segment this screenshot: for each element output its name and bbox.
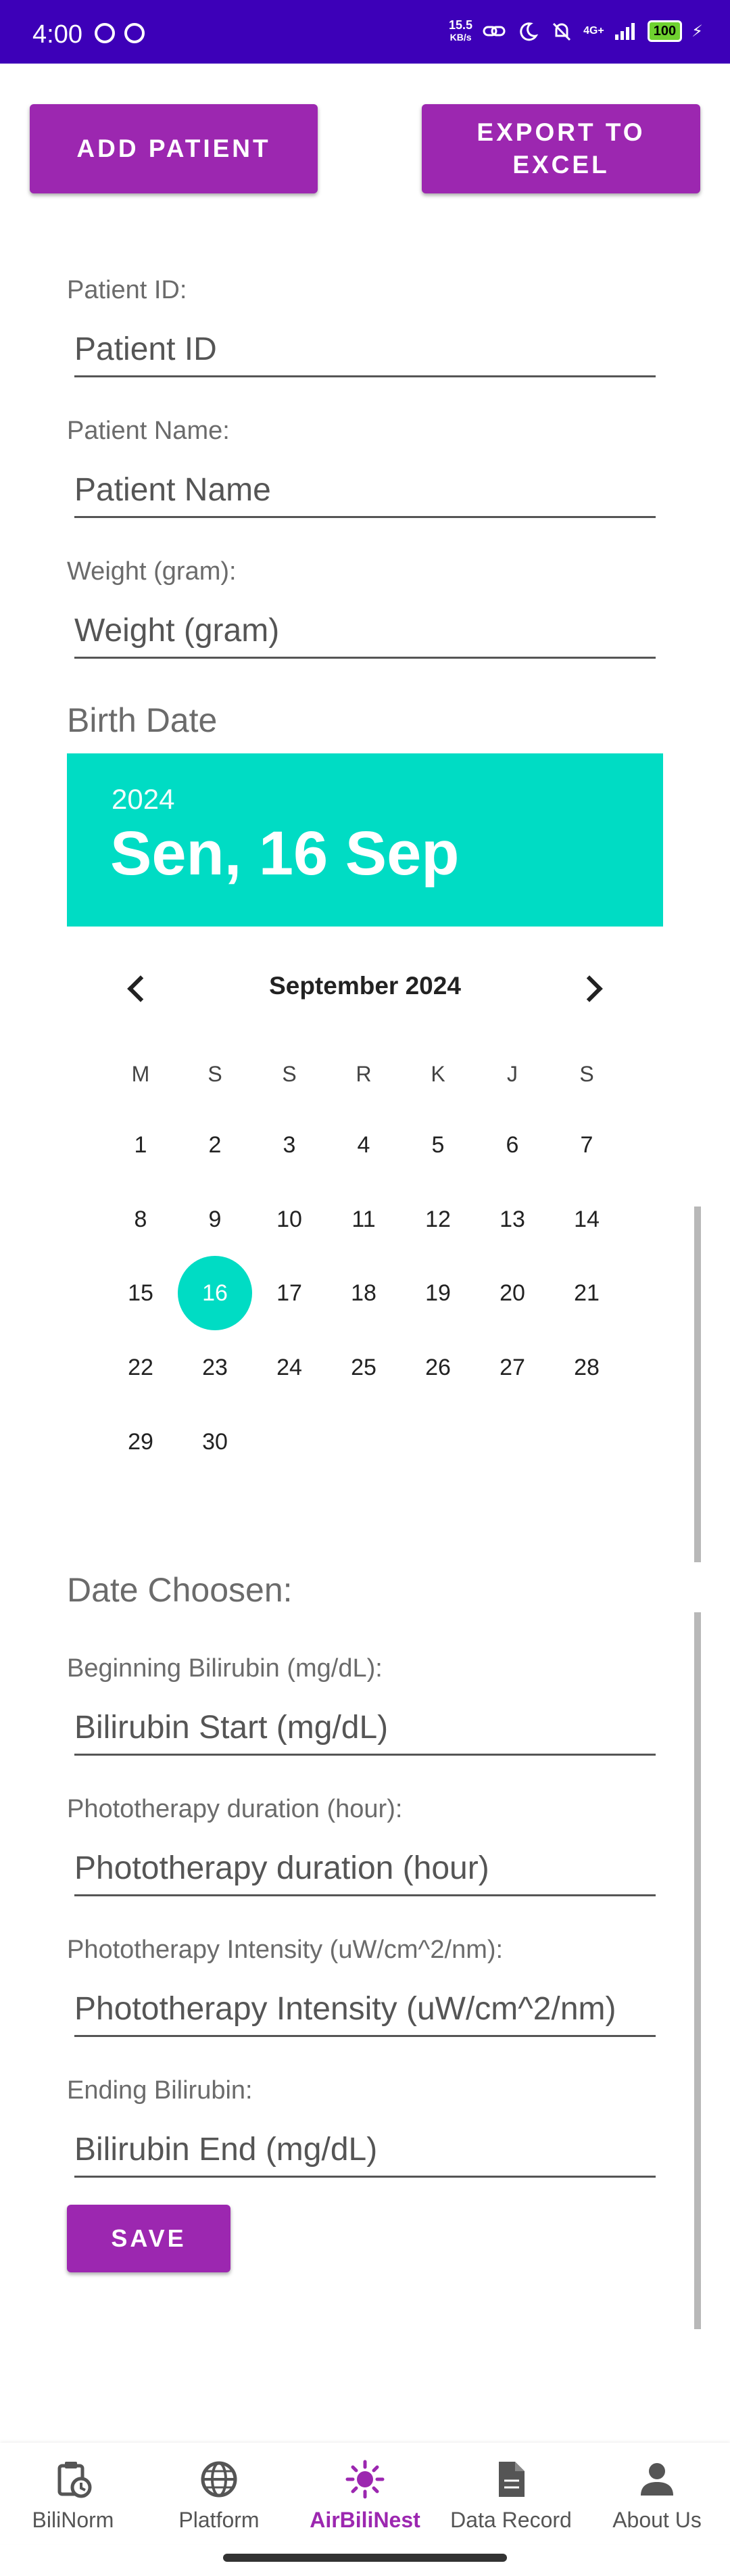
phototherapy-intensity-input[interactable] — [74, 1983, 656, 2037]
calendar-day[interactable]: 9 — [178, 1182, 252, 1257]
network-speed: 15.5 KB/s — [449, 19, 472, 43]
calendar-day[interactable]: 7 — [550, 1108, 624, 1182]
calendar-day[interactable]: 3 — [252, 1108, 326, 1182]
sun-icon — [345, 2460, 385, 2499]
weekday-label: S — [579, 1062, 594, 1086]
calendar-day[interactable]: 14 — [550, 1182, 624, 1257]
calendar-day[interactable]: 24 — [252, 1330, 326, 1405]
weekday-label: J — [507, 1062, 518, 1086]
calendar-day[interactable]: 29 — [103, 1405, 178, 1479]
weight-label: Weight (gram): — [67, 557, 237, 586]
calendar-day[interactable]: 19 — [401, 1256, 475, 1330]
status-right: 15.5 KB/s 4G+ 100 ⚡ — [449, 19, 703, 43]
calendar-day[interactable]: 22 — [103, 1330, 178, 1405]
nav-item-platform[interactable]: Platform — [146, 2443, 292, 2544]
calendar-day[interactable]: 1 — [103, 1108, 178, 1182]
globe-icon — [201, 2461, 237, 2498]
bilirubin-end-input[interactable] — [74, 2124, 656, 2178]
calendar-day[interactable]: 11 — [326, 1182, 401, 1257]
bilirubin-start-label: Beginning Bilirubin (mg/dL): — [67, 1654, 383, 1683]
weekday-label: R — [356, 1062, 372, 1086]
calendar-day[interactable]: 30 — [178, 1405, 252, 1479]
phototherapy-intensity-label: Phototherapy Intensity (uW/cm^2/nm): — [67, 1936, 504, 1964]
calendar-day[interactable]: 26 — [401, 1330, 475, 1405]
signal-icon — [614, 23, 635, 40]
weight-input[interactable] — [74, 605, 656, 659]
nav-item-data-record[interactable]: Data Record — [438, 2443, 584, 2544]
datepicker-selected-date: Sen, 16 Sep — [110, 819, 460, 888]
calendar-day[interactable]: 4 — [326, 1108, 401, 1182]
app-notification-icon — [124, 23, 145, 43]
weekday-label: K — [431, 1062, 445, 1086]
calendar-day[interactable]: 28 — [550, 1330, 624, 1405]
clipboard-clock-icon — [57, 2462, 92, 2498]
link-icon — [483, 26, 506, 37]
nav-label: BiliNorm — [32, 2508, 114, 2532]
moon-icon — [520, 22, 539, 41]
bilirubin-start-input[interactable] — [74, 1702, 656, 1756]
nav-label: About Us — [612, 2508, 702, 2532]
weekday-label: S — [282, 1062, 297, 1086]
battery-indicator: 100 — [647, 20, 683, 42]
whatsapp-icon — [95, 23, 115, 43]
speed-value: 15.5 — [449, 18, 473, 32]
document-icon — [499, 2462, 525, 2497]
selected-day[interactable]: 16 — [178, 1256, 252, 1330]
calendar-day[interactable]: 12 — [401, 1182, 475, 1257]
status-bar: 4:00 15.5 KB/s 4G+ 100 ⚡ — [0, 0, 730, 64]
calendar-day[interactable]: 6 — [475, 1108, 550, 1182]
nav-item-bilinorm[interactable]: BiliNorm — [0, 2443, 146, 2544]
calendar-day[interactable]: 2 — [178, 1108, 252, 1182]
calendar-day[interactable]: 21 — [550, 1256, 624, 1330]
bilirubin-end-label: Ending Bilirubin: — [67, 2076, 253, 2105]
calendar-day[interactable]: 8 — [103, 1182, 178, 1257]
nav-label: Platform — [178, 2508, 260, 2532]
nav-item-airbilinest[interactable]: AirBiliNest — [292, 2443, 438, 2544]
chevron-right-icon — [576, 975, 603, 1002]
status-time: 4:00 — [32, 20, 82, 49]
home-indicator[interactable] — [223, 2554, 507, 2562]
next-month-button[interactable] — [569, 967, 610, 1010]
patient-id-label: Patient ID: — [67, 276, 187, 304]
date-chosen-title: Date Choosen: — [67, 1571, 293, 1609]
mute-bell-icon — [553, 22, 571, 41]
calendar-day[interactable]: 25 — [326, 1330, 401, 1405]
add-patient-button[interactable]: ADD PATIENT — [30, 104, 318, 193]
nav-item-about-us[interactable]: About Us — [584, 2443, 730, 2544]
page-scrollbar[interactable] — [694, 1612, 701, 2329]
patient-name-input[interactable] — [74, 464, 656, 518]
weekday-label: S — [208, 1062, 222, 1086]
datepicker-year[interactable]: 2024 — [112, 783, 174, 816]
datepicker-scrollbar[interactable] — [694, 1207, 701, 1562]
datepicker-month-label: September 2024 — [269, 972, 461, 1000]
chevron-left-icon — [127, 975, 154, 1002]
speed-unit: KB/s — [449, 32, 472, 43]
calendar-day[interactable]: 18 — [326, 1256, 401, 1330]
charging-icon: ⚡ — [691, 22, 703, 41]
calendar-day[interactable]: 10 — [252, 1182, 326, 1257]
nav-label: AirBiliNest — [310, 2508, 420, 2532]
previous-month-button[interactable] — [120, 967, 161, 1010]
calendar-day[interactable]: 13 — [475, 1182, 550, 1257]
save-button[interactable]: SAVE — [67, 2205, 230, 2272]
calendar-day[interactable]: 5 — [401, 1108, 475, 1182]
person-icon — [641, 2463, 673, 2496]
calendar-day[interactable]: 17 — [252, 1256, 326, 1330]
weekday-label: M — [131, 1062, 150, 1086]
export-to-excel-button[interactable]: EXPORT TO EXCEL — [422, 104, 700, 193]
patient-id-input[interactable] — [74, 323, 656, 377]
nav-label: Data Record — [450, 2508, 572, 2532]
phototherapy-duration-input[interactable] — [74, 1842, 656, 1896]
phototherapy-duration-label: Phototherapy duration (hour): — [67, 1795, 403, 1823]
bottom-navigation: BiliNorm Platform AirBiliNest Data Recor… — [0, 2443, 730, 2544]
datepicker-header: 2024 Sen, 16 Sep — [67, 753, 663, 927]
calendar-day[interactable]: 27 — [475, 1330, 550, 1405]
patient-name-label: Patient Name: — [67, 417, 230, 445]
calendar-day[interactable]: 15 — [103, 1256, 178, 1330]
notification-icons — [95, 23, 145, 43]
calendar-day[interactable]: 20 — [475, 1256, 550, 1330]
calendar-day[interactable]: 23 — [178, 1330, 252, 1405]
birth-date-title: Birth Date — [67, 701, 218, 739]
network-type: 4G+ — [583, 25, 604, 37]
